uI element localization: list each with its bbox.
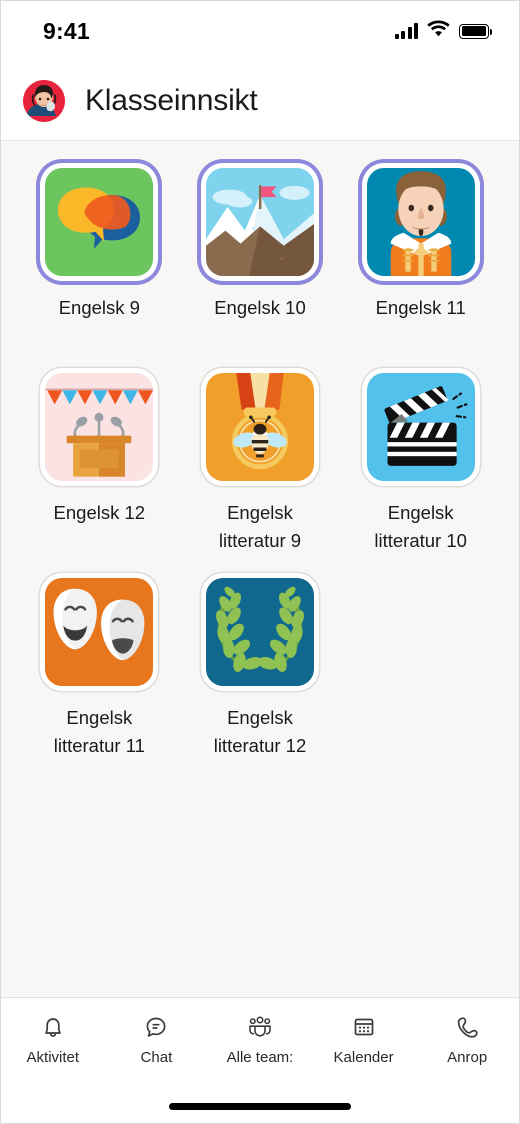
clapperboard-icon	[366, 373, 475, 481]
cellular-signal-icon	[394, 23, 418, 39]
team-label: Engelsk 12	[53, 502, 146, 523]
people-team-icon	[245, 1012, 275, 1042]
tab-label: Kalender	[333, 1049, 394, 1066]
team-tile-engelsk-10[interactable]: Engelsk 10	[180, 163, 341, 368]
team-tile-engelsk-litteratur-10[interactable]: Engelsk litteratur 10	[340, 368, 501, 573]
tab-aktivitet[interactable]: Aktivitet	[1, 1012, 105, 1066]
tile-ring	[200, 368, 319, 486]
home-indicator[interactable]	[169, 1102, 351, 1110]
tile-ring	[200, 573, 319, 691]
tab-label: Chat	[140, 1049, 173, 1066]
app-header: Klasseinnsikt	[1, 61, 519, 141]
team-tile-engelsk-11[interactable]: Engelsk 11	[340, 163, 501, 368]
tile-ring	[40, 163, 159, 281]
battery-full-icon	[459, 23, 493, 39]
bell-icon	[38, 1012, 68, 1042]
chat-bubble-icon	[141, 1012, 171, 1042]
team-tile-engelsk-litteratur-12[interactable]: Engelsk litteratur 12	[180, 573, 341, 778]
spelling-bee-medal-icon	[205, 373, 314, 481]
team-tile-engelsk-9[interactable]: Engelsk 9	[19, 163, 180, 368]
tab-label: Anrop	[447, 1049, 488, 1066]
team-label: Engelsk litteratur 10	[374, 502, 467, 551]
tab-bar: Aktivitet Chat Alle team: Kalender Anrop	[1, 997, 519, 1089]
tab-alle-team[interactable]: Alle team:	[208, 1012, 312, 1066]
home-indicator-area	[1, 1089, 519, 1123]
team-label: Engelsk 11	[375, 297, 466, 318]
team-label: Engelsk litteratur 11	[53, 707, 145, 756]
phone-icon	[452, 1012, 482, 1042]
speech-bubbles-icon	[45, 168, 154, 276]
teams-grid: Engelsk 9 Engelsk 10 Engelsk 11 Engelsk …	[1, 141, 519, 997]
phone-screen: 9:41 Klasseinnsikt Engelsk 9 Engelsk 10 …	[0, 0, 520, 1124]
wifi-icon	[427, 20, 450, 42]
status-bar: 9:41	[1, 1, 519, 61]
tile-ring	[40, 368, 159, 486]
team-tile-engelsk-litteratur-11[interactable]: Engelsk litteratur 11	[19, 573, 180, 778]
tab-label: Alle team:	[226, 1049, 294, 1066]
team-label: Engelsk 10	[214, 297, 306, 318]
theater-masks-icon	[45, 578, 154, 686]
calendar-icon	[349, 1012, 379, 1042]
tab-label: Aktivitet	[26, 1049, 80, 1066]
team-tile-engelsk-litteratur-9[interactable]: Engelsk litteratur 9	[180, 368, 341, 573]
mountain-flag-icon	[205, 168, 314, 276]
tile-ring	[361, 163, 480, 281]
team-label: Engelsk 9	[58, 297, 140, 318]
tab-chat[interactable]: Chat	[105, 1012, 209, 1066]
tile-ring	[40, 573, 159, 691]
laurel-wreath-icon	[205, 578, 314, 686]
status-icons	[394, 20, 493, 42]
avatar[interactable]	[23, 79, 65, 122]
tile-ring	[200, 163, 319, 281]
status-time: 9:41	[43, 17, 90, 44]
podium-icon	[45, 373, 154, 481]
shakespeare-icon	[366, 168, 475, 276]
tile-ring	[361, 368, 480, 486]
tab-kalender[interactable]: Kalender	[312, 1012, 416, 1066]
page-title: Klasseinnsikt	[85, 83, 258, 117]
team-label: Engelsk litteratur 12	[213, 707, 307, 756]
tab-anrop[interactable]: Anrop	[415, 1012, 519, 1066]
team-tile-engelsk-12[interactable]: Engelsk 12	[19, 368, 180, 573]
team-label: Engelsk litteratur 9	[218, 502, 302, 551]
